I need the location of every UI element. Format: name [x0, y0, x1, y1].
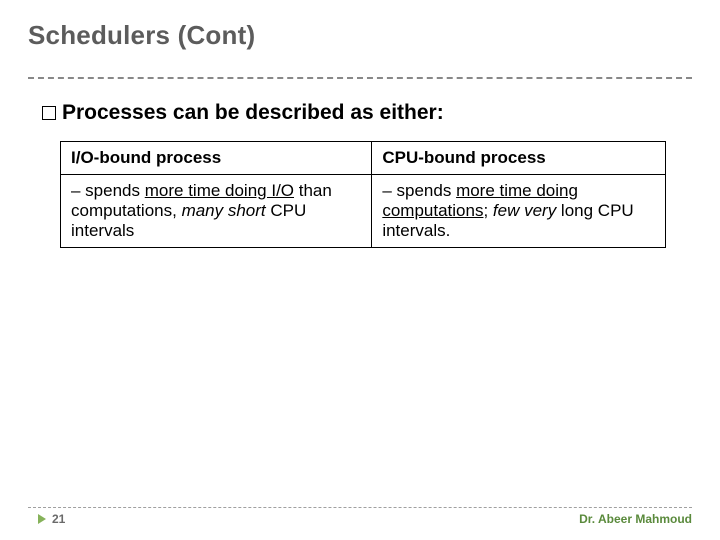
- slide: Schedulers (Cont) Processes can be descr…: [0, 0, 720, 540]
- bullet-row: Processes can be described as either:: [42, 101, 692, 125]
- cell-io-bound: – spends more time doing I/O than comput…: [61, 175, 372, 248]
- page-number: 21: [52, 512, 65, 526]
- square-bullet-icon: [42, 106, 56, 120]
- text: – spends: [382, 181, 456, 200]
- divider-bottom: [28, 507, 692, 508]
- cell-cpu-bound: – spends more time doing computations; f…: [372, 175, 666, 248]
- comparison-table: I/O-bound process CPU-bound process – sp…: [60, 141, 666, 248]
- footer-row: 21 Dr. Abeer Mahmoud: [28, 512, 692, 526]
- triangle-icon: [38, 514, 46, 524]
- page-group: 21: [38, 512, 65, 526]
- table-header-row: I/O-bound process CPU-bound process: [61, 142, 666, 175]
- slide-footer: 21 Dr. Abeer Mahmoud: [28, 507, 692, 526]
- author-name: Dr. Abeer Mahmoud: [579, 512, 692, 526]
- table-header-right: CPU-bound process: [372, 142, 666, 175]
- underlined-text: more time doing I/O: [145, 181, 294, 200]
- table-row: – spends more time doing I/O than comput…: [61, 175, 666, 248]
- text: ;: [483, 201, 492, 220]
- italic-text: many short: [182, 201, 266, 220]
- italic-text: few very: [493, 201, 556, 220]
- slide-title: Schedulers (Cont): [28, 20, 692, 51]
- table-header-left: I/O-bound process: [61, 142, 372, 175]
- text: – spends: [71, 181, 145, 200]
- bullet-text: Processes can be described as either:: [62, 101, 444, 125]
- divider-top: [28, 77, 692, 79]
